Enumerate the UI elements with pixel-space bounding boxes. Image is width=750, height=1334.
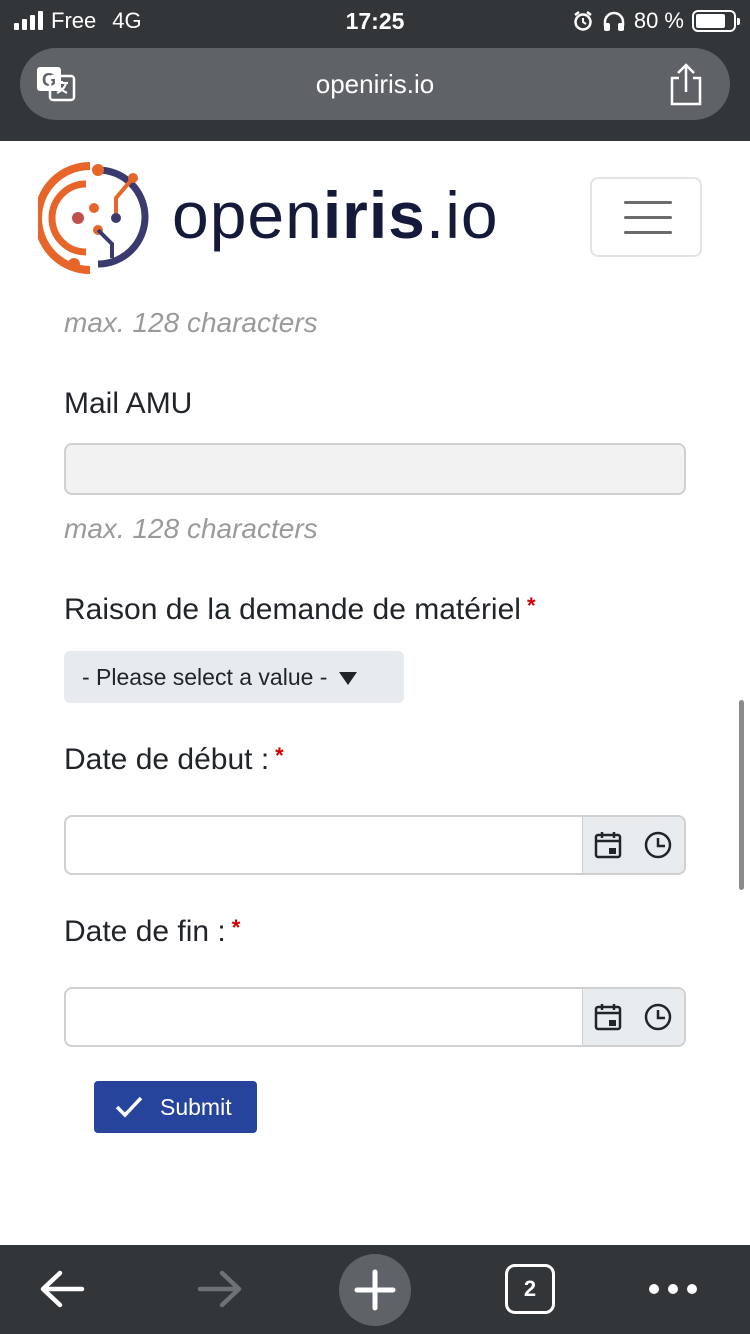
logo-text-open: open xyxy=(172,178,323,252)
back-button[interactable] xyxy=(30,1245,94,1334)
reason-select[interactable]: - Please select a value - xyxy=(64,651,404,703)
submit-label: Submit xyxy=(160,1094,232,1120)
page-scrollbar[interactable] xyxy=(739,700,744,890)
more-icon xyxy=(687,1284,697,1294)
new-tab-button[interactable] xyxy=(339,1254,411,1326)
reason-label: Raison de la demande de matériel * xyxy=(64,593,536,627)
browser-toolbar: 2 xyxy=(0,1245,750,1334)
start-date-label-text: Date de début : xyxy=(64,743,270,776)
tabs-button[interactable]: 2 xyxy=(505,1264,555,1314)
clock-icon[interactable] xyxy=(643,1002,673,1032)
plus-icon xyxy=(354,1269,396,1311)
address-bar[interactable]: G openiris.io xyxy=(20,48,730,120)
clock-icon[interactable] xyxy=(643,830,673,860)
url-text[interactable]: openiris.io xyxy=(20,48,730,120)
end-date-input[interactable] xyxy=(64,987,686,1047)
status-bar: Free 4G 17:25 80 % xyxy=(0,0,750,42)
status-right: 80 % xyxy=(572,8,740,34)
previous-field-help: max. 128 characters xyxy=(64,307,318,338)
tab-count: 2 xyxy=(523,1276,537,1301)
share-icon[interactable] xyxy=(666,62,706,106)
battery-percent: 80 % xyxy=(633,8,684,33)
reason-select-value: - Please select a value - xyxy=(82,664,328,690)
back-arrow-icon xyxy=(40,1270,85,1308)
start-date-label: Date de début : * xyxy=(64,743,284,777)
more-icon xyxy=(649,1284,659,1294)
menu-line-icon xyxy=(624,216,672,219)
logo-text-iris: iris xyxy=(322,178,426,252)
more-menu-button[interactable] xyxy=(645,1245,701,1334)
headphones-icon xyxy=(603,11,625,31)
calendar-icon[interactable] xyxy=(593,830,623,860)
dropdown-caret-icon xyxy=(339,672,358,686)
required-mark: * xyxy=(275,743,284,768)
checkmark-icon xyxy=(115,1096,143,1118)
logo-text-suffix: .io xyxy=(425,178,499,252)
required-mark: * xyxy=(526,593,536,618)
calendar-icon[interactable] xyxy=(593,1002,623,1032)
openiris-logo-icon[interactable] xyxy=(38,158,156,276)
end-date-label-text: Date de fin : xyxy=(64,915,226,948)
submit-button[interactable]: Submit xyxy=(94,1081,257,1133)
forward-arrow-icon xyxy=(197,1270,242,1308)
more-icon xyxy=(668,1284,678,1294)
forward-button[interactable] xyxy=(188,1245,252,1334)
menu-line-icon xyxy=(624,201,672,204)
end-date-label: Date de fin : * xyxy=(64,915,240,949)
start-date-picker-addon xyxy=(582,817,684,873)
browser-chrome: Free 4G 17:25 80 % G openiris.io xyxy=(0,0,750,141)
site-header: openiris.io xyxy=(0,141,750,291)
mail-amu-input[interactable] xyxy=(64,443,686,495)
mail-amu-label: Mail AMU xyxy=(64,387,193,420)
mail-amu-help: max. 128 characters xyxy=(64,513,318,544)
openiris-logo-text[interactable]: openiris.io xyxy=(172,177,499,253)
reason-label-text: Raison de la demande de matériel xyxy=(64,593,521,626)
end-date-picker-addon xyxy=(582,989,684,1045)
menu-line-icon xyxy=(624,231,672,234)
hamburger-menu-button[interactable] xyxy=(590,177,702,257)
battery-icon xyxy=(692,10,740,32)
required-mark: * xyxy=(231,915,241,940)
alarm-icon xyxy=(574,11,592,31)
start-date-input[interactable] xyxy=(64,815,686,875)
